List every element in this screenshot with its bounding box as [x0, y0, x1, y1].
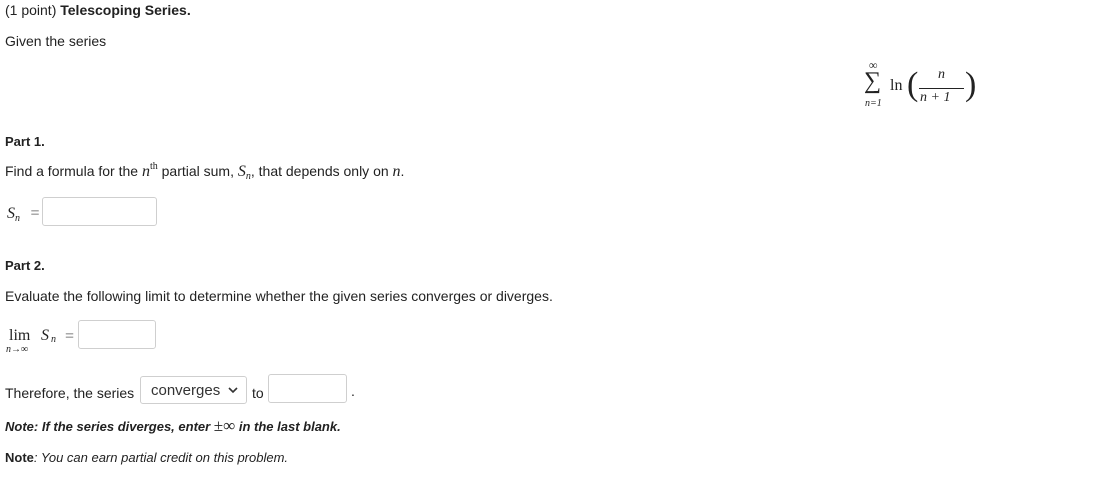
eq1-sub-n: n	[15, 213, 20, 224]
left-paren: (	[907, 66, 919, 103]
series-formula: ∞ ∑ n=1 ln ( n n + 1 )	[864, 58, 984, 114]
lim-subscript: n→∞	[6, 344, 29, 355]
part1-equation: Sn =	[7, 205, 40, 224]
fraction-denominator: n + 1	[920, 90, 951, 105]
lim-text: lim	[9, 327, 31, 344]
lim-equals: =	[65, 328, 75, 345]
lim-sub-n: n	[51, 334, 56, 345]
part2-heading: Part 2.	[5, 258, 45, 273]
limit-expression: lim n→∞ S n =	[6, 327, 82, 357]
partial-sum-input[interactable]	[42, 197, 157, 226]
note2-label: Note	[5, 450, 34, 465]
select-value: converges	[151, 381, 221, 399]
part1-instruction: Find a formula for the nth partial sum, …	[5, 161, 405, 182]
chevron-down-icon	[228, 387, 238, 394]
part1-th: th	[149, 161, 158, 172]
part1-text-after: , that depends only on	[250, 163, 393, 179]
part2-instruction: Evaluate the following limit to determin…	[5, 288, 553, 304]
note1-before: Note: If the series diverges, enter	[5, 419, 214, 434]
part1-n-end: n	[392, 163, 401, 180]
eq1-equals: =	[30, 205, 40, 222]
points-label: (1 point)	[5, 2, 57, 18]
part2-period: .	[351, 383, 355, 399]
note1-after: in the last blank.	[235, 419, 341, 434]
part1-sub-n: n	[245, 171, 251, 182]
part1-text-mid: partial sum,	[157, 163, 238, 179]
ln-function: ln	[890, 77, 903, 94]
fraction-numerator: n	[938, 67, 945, 82]
note2-text: : You can earn partial credit on this pr…	[33, 450, 289, 465]
part1-S: S	[237, 163, 246, 180]
right-paren: )	[965, 66, 977, 103]
intro-text: Given the series	[5, 33, 107, 49]
part1-period: .	[400, 163, 405, 179]
note-diverges: Note: If the series diverges, enter ±∞ i…	[5, 416, 341, 436]
part1-heading: Part 1.	[5, 134, 45, 149]
problem-title: Telescoping Series.	[60, 2, 191, 18]
sum-lower-limit: n=1	[865, 98, 882, 109]
problem-header: (1 point) Telescoping Series.	[5, 2, 191, 18]
sum-symbol: ∑	[864, 68, 882, 94]
to-text: to	[252, 385, 264, 401]
converges-to-input[interactable]	[268, 374, 347, 403]
limit-input[interactable]	[78, 320, 156, 349]
converges-select[interactable]: converges	[140, 376, 247, 404]
fraction-bar	[919, 88, 964, 89]
lim-S: S	[41, 327, 49, 344]
eq1-S: S	[7, 205, 15, 222]
part1-n: n	[141, 163, 150, 180]
note-partial-credit: Note: You can earn partial credit on thi…	[5, 450, 288, 465]
therefore-text: Therefore, the series	[5, 385, 135, 401]
part1-text-before: Find a formula for the	[5, 163, 142, 179]
plus-minus-infinity-symbol: ±∞	[213, 416, 236, 435]
